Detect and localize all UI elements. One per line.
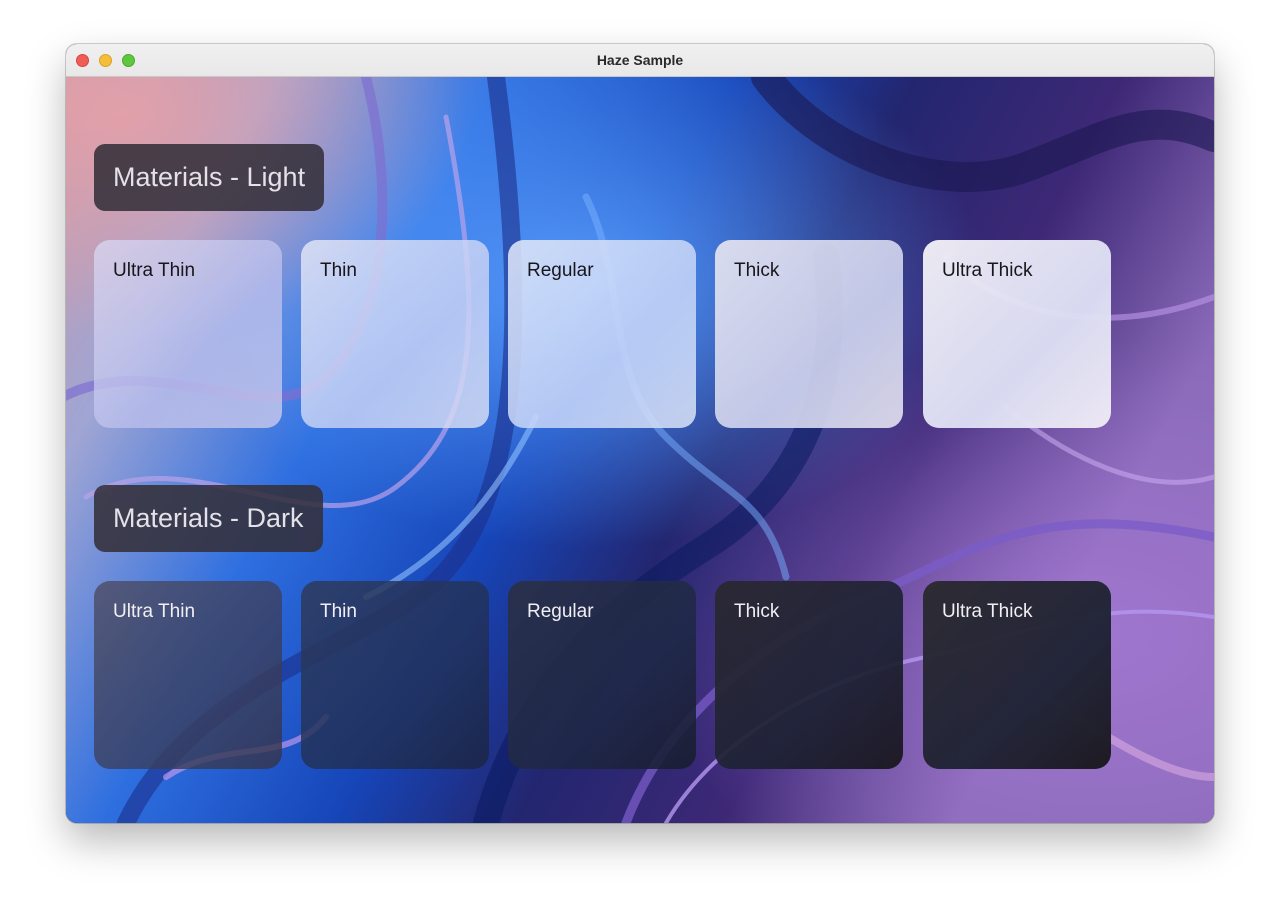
material-card: Regular [508,581,696,769]
material-card: Ultra Thin [94,240,282,428]
material-card-label: Regular [527,260,594,281]
material-card: Ultra Thin [94,581,282,769]
section-title: Materials - Light [94,144,325,211]
material-card-label: Ultra Thin [113,260,196,281]
material-card-label: Thick [734,601,780,622]
material-card-label: Thin [320,260,357,281]
material-card: Ultra Thick [923,581,1111,769]
title-bar[interactable]: Haze Sample [66,44,1214,77]
material-card: Thin [301,581,489,769]
material-card-label: Thick [734,260,780,281]
material-card: Thick [715,240,903,428]
material-card-label: Ultra Thick [942,601,1033,622]
material-card: Regular [508,240,696,428]
window-title: Haze Sample [596,52,684,68]
content-area: Materials - Light Ultra Thin Thin Regular Th… [66,77,1214,823]
material-card: Thick [715,581,903,769]
material-card-label: Thin [320,601,357,622]
material-card: Ultra Thick [923,240,1111,428]
material-card-label: Ultra Thin [113,601,196,622]
material-card: Thin [301,240,489,428]
section-title: Materials - Dark [94,485,323,552]
app-window: Haze Sample Materials - Light Ultra Thin… [66,44,1214,823]
material-card-label: Regular [527,601,594,622]
material-card-label: Ultra Thick [942,260,1033,281]
